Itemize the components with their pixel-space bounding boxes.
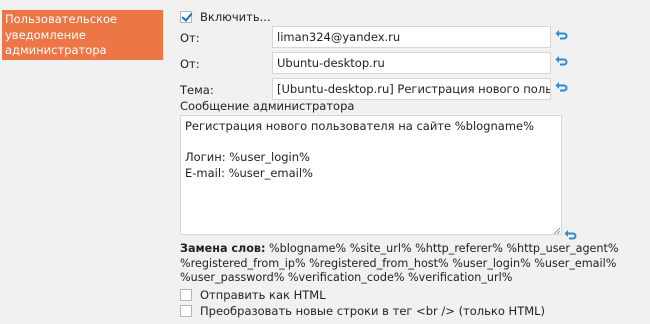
section-label: Пользовательское уведомление администрат… xyxy=(2,10,163,60)
resize-grip-icon[interactable] xyxy=(553,227,560,234)
enable-label: Включить... xyxy=(200,10,271,24)
reset-arrow-icon[interactable] xyxy=(555,81,568,92)
replacement-tags: Замена слов: %blogname% %site_url% %http… xyxy=(180,242,619,286)
enable-checkbox[interactable] xyxy=(180,11,192,23)
reset-arrow-icon[interactable] xyxy=(555,29,568,40)
from-email-input[interactable]: liman324@yandex.ru xyxy=(272,26,551,48)
reset-arrow-icon[interactable] xyxy=(564,229,577,240)
convert-newlines-option[interactable]: Преобразовать новые строки в тег <br /> … xyxy=(180,303,545,318)
subject-input[interactable]: [Ubuntu-desktop.ru] Регистрация нового п… xyxy=(272,78,551,100)
send-html-label: Отправить как HTML xyxy=(200,287,326,302)
from-name-label: От: xyxy=(180,57,200,71)
convert-newlines-checkbox[interactable] xyxy=(180,304,192,317)
send-html-option[interactable]: Отправить как HTML xyxy=(180,287,326,302)
replacements-line-1: %blogname% %site_url% %http_referer% %ht… xyxy=(265,242,619,255)
section-label-line-3: администратора xyxy=(5,43,107,57)
replacements-title: Замена слов: xyxy=(180,242,266,255)
convert-newlines-label: Преобразовать новые строки в тег <br /> … xyxy=(200,303,546,318)
from-name-input[interactable]: Ubuntu-desktop.ru xyxy=(272,52,551,74)
replacements-line-3: %user_password% %verification_code% %ver… xyxy=(180,271,513,284)
replacements-line-2: %registered_from_ip% %registered_from_ho… xyxy=(180,256,617,270)
message-textarea[interactable]: Регистрация нового пользователя на сайте… xyxy=(180,115,562,235)
subject-label: Тема: xyxy=(180,83,214,97)
message-label: Сообщение администратора xyxy=(180,99,355,113)
reset-arrow-icon[interactable] xyxy=(555,55,568,66)
enable-option[interactable]: Включить... xyxy=(180,8,271,26)
from-email-label: От: xyxy=(180,31,200,45)
send-html-checkbox[interactable] xyxy=(180,288,192,301)
